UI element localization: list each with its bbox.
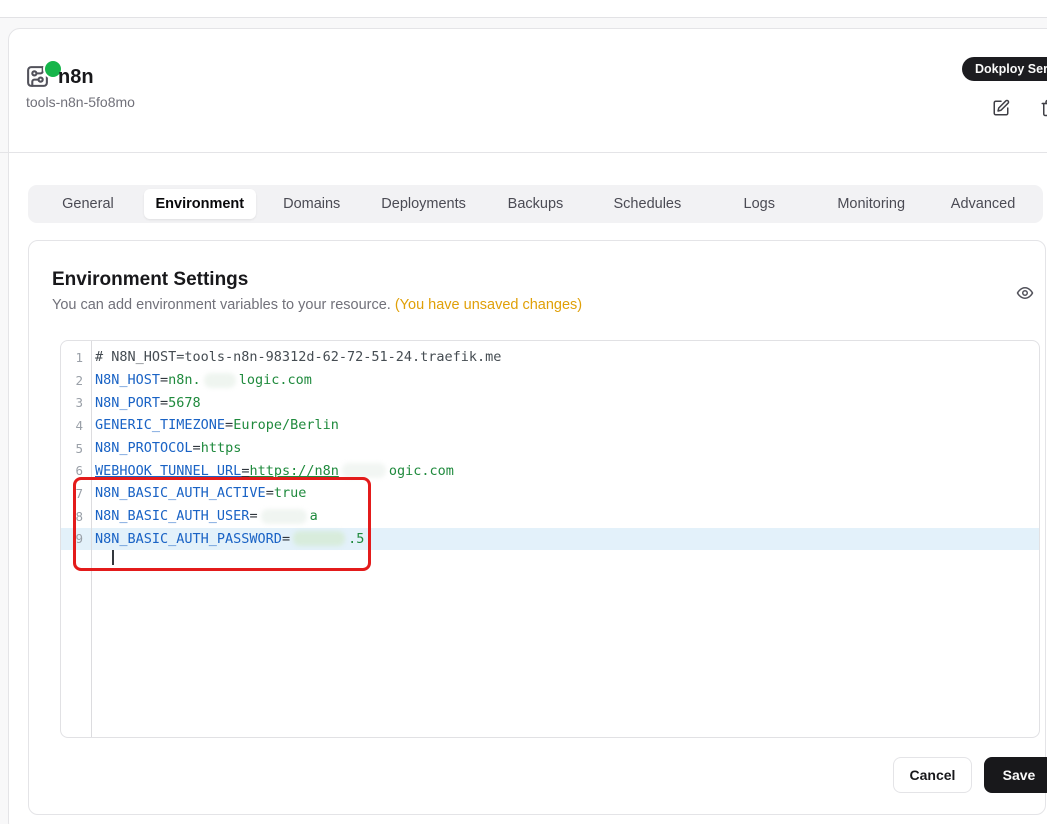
redacted-value	[293, 531, 346, 547]
server-badge: Dokploy Server	[962, 57, 1047, 81]
tab-schedules[interactable]: Schedules	[591, 189, 703, 219]
code-segment: a	[309, 508, 318, 525]
cancel-button[interactable]: Cancel	[893, 757, 972, 793]
line-number: 3	[75, 395, 83, 411]
tab-bar: General Environment Domains Deployments Back…	[28, 185, 1043, 223]
code-line-8[interactable]: 8 N8N_BASIC_AUTH_USER= a	[61, 505, 1039, 528]
panel-description: You can add environment variables to you…	[52, 297, 582, 313]
code-segment: =	[192, 440, 201, 457]
tab-domains[interactable]: Domains	[256, 189, 368, 219]
tab-environment[interactable]: Environment	[143, 189, 256, 219]
eye-icon[interactable]	[1016, 284, 1034, 302]
code-line-3[interactable]: 3 N8N_PORT=5678	[61, 391, 1039, 414]
code-text: # N8N_HOST=tools-n8n-98312d-62-72-51-24.…	[83, 349, 501, 365]
code-segment: =	[249, 508, 258, 525]
text-cursor	[112, 550, 114, 565]
code-segment: logic.com	[238, 372, 312, 389]
save-button[interactable]: Save	[984, 757, 1047, 793]
line-number: 9	[75, 531, 83, 547]
env-code-editor[interactable]: 1 # N8N_HOST=tools-n8n-98312d-62-72-51-24…	[60, 340, 1040, 738]
code-segment: https	[200, 440, 242, 457]
code-segment: Europe/Berlin	[233, 417, 339, 434]
code-text: WEBHOOK_TUNNEL_URL=https://n8n ogic.com	[83, 463, 454, 479]
code-line-6[interactable]: 6 WEBHOOK_TUNNEL_URL=https://n8n ogic.com	[61, 459, 1039, 482]
code-line-5[interactable]: 5 N8N_PROTOCOL=https	[61, 437, 1039, 460]
code-segment: =	[265, 485, 274, 502]
unsaved-changes-notice: (You have unsaved changes)	[394, 297, 583, 313]
code-line-9[interactable]: 9 N8N_BASIC_AUTH_PASSWORD= .5	[61, 527, 1039, 551]
code-segment: N8N_PROTOCOL	[95, 440, 193, 457]
code-segment: =	[160, 372, 169, 389]
line-number: 7	[75, 485, 83, 501]
tab-logs[interactable]: Logs	[703, 189, 815, 219]
code-segment: N8N_HOST	[95, 372, 161, 389]
code-segment: WEBHOOK_TUNNEL_URL	[95, 462, 242, 479]
code-segment: # N8N_HOST=tools-n8n-98312d-62-72-51-24.…	[95, 349, 502, 366]
code-segment: true	[273, 485, 307, 502]
code-line-2[interactable]: 2 N8N_HOST=n8n. logic.com	[61, 369, 1039, 392]
code-line-7[interactable]: 7 N8N_BASIC_AUTH_ACTIVE=true	[61, 482, 1039, 505]
tab-general[interactable]: General	[32, 189, 144, 219]
tab-deployments[interactable]: Deployments	[368, 189, 480, 219]
code-segment: =	[225, 417, 234, 434]
code-text: N8N_PORT=5678	[83, 395, 201, 411]
header-divider	[0, 152, 1047, 153]
app-title: n8n	[58, 66, 94, 88]
code-lines: 1 # N8N_HOST=tools-n8n-98312d-62-72-51-24…	[61, 341, 1039, 551]
code-segment: N8N_BASIC_AUTH_ACTIVE	[95, 485, 266, 502]
line-number: 4	[75, 417, 83, 433]
line-number: 6	[75, 463, 83, 479]
code-text: GENERIC_TIMEZONE=Europe/Berlin	[83, 417, 339, 433]
redacted-value	[260, 508, 307, 524]
panel-description-text: You can add environment variables to you…	[52, 297, 391, 313]
tab-backups[interactable]: Backups	[480, 189, 592, 219]
code-segment: N8N_BASIC_AUTH_USER	[95, 508, 250, 525]
code-text: N8N_BASIC_AUTH_ACTIVE=true	[83, 485, 306, 501]
code-line-1[interactable]: 1 # N8N_HOST=tools-n8n-98312d-62-72-51-24…	[61, 346, 1039, 369]
page: n8n tools-n8n-5fo8mo Dokploy Server Gene…	[0, 0, 1047, 824]
code-text: N8N_HOST=n8n. logic.com	[83, 372, 312, 388]
redacted-value	[203, 372, 236, 388]
code-segment: ogic.com	[388, 462, 454, 479]
code-segment: GENERIC_TIMEZONE	[95, 417, 226, 434]
trash-icon[interactable]	[1040, 99, 1047, 117]
panel-title: Environment Settings	[52, 269, 249, 290]
edit-icon[interactable]	[992, 99, 1010, 117]
code-segment: https://n8n	[249, 462, 339, 479]
code-line-4[interactable]: 4 GENERIC_TIMEZONE=Europe/Berlin	[61, 414, 1039, 437]
code-segment: =	[281, 530, 291, 547]
line-number: 8	[75, 508, 83, 524]
code-segment: N8N_PORT	[95, 394, 161, 411]
code-segment: N8N_BASIC_AUTH_PASSWORD	[95, 530, 282, 547]
tab-monitoring[interactable]: Monitoring	[815, 189, 927, 219]
code-text: N8N_BASIC_AUTH_USER= a	[83, 508, 318, 524]
line-number: 1	[75, 349, 83, 365]
line-number: 5	[75, 440, 83, 456]
code-segment: =	[160, 394, 169, 411]
code-segment: .5	[348, 530, 365, 547]
code-text: N8N_PROTOCOL=https	[83, 440, 241, 456]
code-segment: n8n.	[168, 372, 201, 389]
redacted-value	[341, 463, 386, 479]
app-subtitle: tools-n8n-5fo8mo	[26, 94, 135, 110]
gutter-border	[91, 341, 92, 737]
tab-advanced[interactable]: Advanced	[927, 189, 1039, 219]
code-segment: 5678	[168, 394, 201, 411]
code-text: N8N_BASIC_AUTH_PASSWORD= .5	[83, 531, 364, 547]
line-number: 2	[75, 372, 83, 388]
